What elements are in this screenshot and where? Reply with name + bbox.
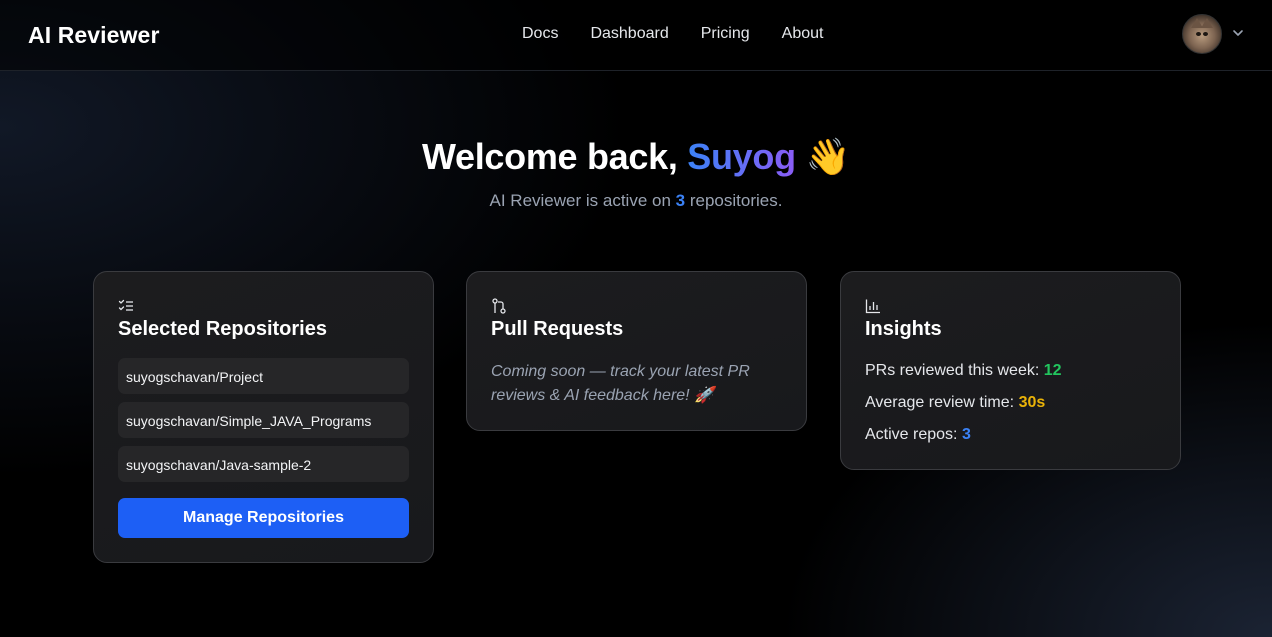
selected-repositories-card: Selected Repositories suyogschavan/Proje… [93, 271, 434, 563]
subtitle-suffix: repositories. [689, 191, 783, 210]
chevron-down-icon[interactable] [1231, 26, 1245, 40]
insights-card-title: Insights [865, 318, 942, 340]
stat-average-review-time: Average review time: 30s [865, 394, 1045, 412]
pull-requests-card-title: Pull Requests [491, 318, 624, 340]
repo-list-item[interactable]: suyogschavan/Simple_JAVA_Programs [118, 402, 409, 438]
stat-label: PRs reviewed this week: [865, 362, 1040, 379]
main-nav: Docs Dashboard Pricing About [522, 25, 855, 43]
pull-requests-card: Pull Requests Coming soon — track your l… [466, 271, 807, 431]
stat-prs-reviewed: PRs reviewed this week: 12 [865, 362, 1062, 380]
nav-link-about[interactable]: About [782, 25, 824, 43]
welcome-heading: Welcome back, Suyog 👋 [0, 136, 1272, 178]
stat-value: 30s [1018, 394, 1046, 411]
stat-value: 3 [961, 426, 971, 443]
stat-value: 12 [1043, 362, 1062, 379]
checklist-icon [118, 299, 133, 311]
user-avatar[interactable] [1182, 14, 1222, 54]
welcome-user-name: Suyog [687, 136, 796, 177]
app-logo[interactable]: AI Reviewer [28, 22, 160, 49]
stat-label: Average review time: [865, 394, 1015, 411]
repo-list-item[interactable]: suyogschavan/Project [118, 358, 409, 394]
repo-list-item[interactable]: suyogschavan/Java-sample-2 [118, 446, 409, 482]
avatar-ear [1201, 18, 1213, 28]
bar-chart-icon [865, 299, 880, 314]
stat-label: Active repos: [865, 426, 958, 443]
nav-link-docs[interactable]: Docs [522, 25, 558, 43]
avatar-eye [1196, 32, 1201, 36]
manage-repositories-button[interactable]: Manage Repositories [118, 498, 409, 538]
nav-link-pricing[interactable]: Pricing [701, 25, 750, 43]
repositories-card-title: Selected Repositories [118, 318, 327, 340]
nav-link-dashboard[interactable]: Dashboard [590, 25, 668, 43]
welcome-subtitle: AI Reviewer is active on 3 repositories. [0, 191, 1272, 211]
stat-active-repos: Active repos: 3 [865, 426, 971, 444]
top-navbar: AI Reviewer Docs Dashboard Pricing About [0, 0, 1272, 71]
git-pull-request-icon [492, 298, 506, 314]
insights-card: Insights PRs reviewed this week: 12 Aver… [840, 271, 1181, 470]
active-repo-count: 3 [675, 191, 686, 210]
welcome-greeting: Welcome back, [421, 136, 678, 177]
subtitle-prefix: AI Reviewer is active on [489, 191, 671, 210]
pull-requests-coming-soon-text: Coming soon — track your latest PR revie… [491, 363, 750, 404]
wave-emoji-icon: 👋 [805, 136, 850, 177]
avatar-eye [1203, 32, 1208, 36]
